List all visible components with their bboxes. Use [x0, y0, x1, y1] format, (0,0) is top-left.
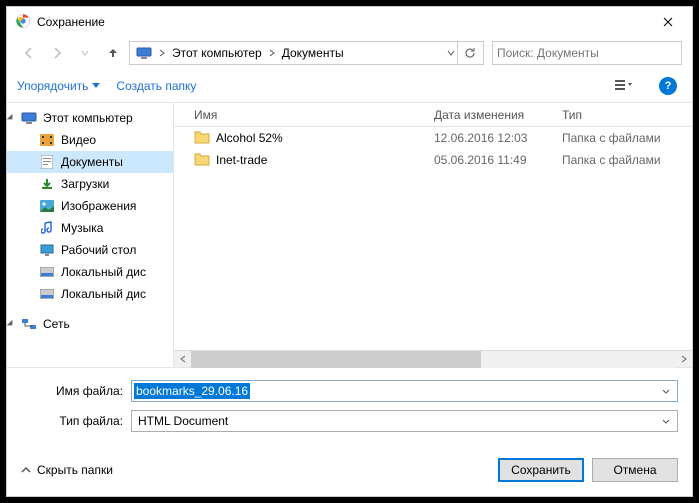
- folder-tree: Этот компьютер Видео Документы Загрузки …: [7, 103, 174, 367]
- recent-button[interactable]: [73, 41, 97, 65]
- file-name: Alcohol 52%: [216, 131, 283, 145]
- list-body: Alcohol 52% 12.06.2016 12:03 Папка с фай…: [174, 127, 692, 350]
- view-menu[interactable]: [610, 75, 638, 97]
- list-item[interactable]: Alcohol 52% 12.06.2016 12:03 Папка с фай…: [174, 127, 692, 149]
- tree-documents[interactable]: Документы: [7, 151, 173, 173]
- back-button[interactable]: [17, 41, 41, 65]
- nav-bar: Этот компьютер Документы: [7, 37, 692, 69]
- col-name-header[interactable]: Имя: [174, 108, 434, 122]
- chevron-right-icon[interactable]: [266, 49, 278, 57]
- chevron-right-icon[interactable]: [156, 49, 168, 57]
- tree-downloads[interactable]: Загрузки: [7, 173, 173, 195]
- tree-label: Видео: [61, 133, 96, 147]
- tree-label: Загрузки: [61, 177, 109, 191]
- hide-folders-button[interactable]: Скрыть папки: [21, 463, 113, 477]
- filename-field[interactable]: bookmarks_29.06.16: [131, 380, 678, 402]
- list-item[interactable]: Inet-trade 05.06.2016 11:49 Папка с файл…: [174, 149, 692, 171]
- file-name: Inet-trade: [216, 153, 267, 167]
- footer: Скрыть папки Сохранить Отмена: [7, 448, 692, 496]
- filetype-field[interactable]: HTML Document: [131, 410, 678, 432]
- tree-label: Локальный дис: [61, 287, 146, 301]
- file-date: 12.06.2016 12:03: [434, 131, 554, 145]
- titlebar: Сохранение: [7, 7, 692, 37]
- bc-root-label: Этот компьютер: [172, 46, 262, 60]
- content-body: Этот компьютер Видео Документы Загрузки …: [7, 103, 692, 367]
- scroll-thumb[interactable]: [191, 351, 481, 368]
- bc-dropdown[interactable]: [445, 50, 457, 56]
- help-icon: ?: [659, 77, 677, 95]
- tree-label: Рабочий стол: [61, 243, 136, 257]
- filename-value: bookmarks_29.06.16: [134, 383, 250, 399]
- tree-label: Этот компьютер: [43, 111, 133, 125]
- tree-label: Музыка: [61, 221, 103, 235]
- close-button[interactable]: [646, 7, 690, 37]
- col-date-header[interactable]: Дата изменения: [434, 108, 554, 122]
- filename-panel: Имя файла: bookmarks_29.06.16 Тип файла:…: [7, 367, 692, 448]
- folder-icon: [194, 152, 210, 169]
- cancel-button[interactable]: Отмена: [592, 458, 678, 482]
- bc-current[interactable]: Документы: [278, 42, 348, 64]
- scroll-left-button[interactable]: [174, 351, 191, 368]
- bc-computer-icon[interactable]: [132, 42, 156, 64]
- forward-button[interactable]: [45, 41, 69, 65]
- tree-network[interactable]: Сеть: [7, 313, 173, 335]
- filetype-value: HTML Document: [134, 414, 232, 428]
- tree-desktop[interactable]: Рабочий стол: [7, 239, 173, 261]
- help-button[interactable]: ?: [654, 75, 682, 97]
- file-type: Папка с файлами: [554, 153, 692, 167]
- tree-images[interactable]: Изображения: [7, 195, 173, 217]
- chrome-icon: [15, 13, 31, 32]
- search-box[interactable]: [492, 41, 682, 65]
- dialog-title: Сохранение: [37, 15, 646, 29]
- horizontal-scrollbar[interactable]: [174, 350, 692, 367]
- filetype-label: Тип файла:: [21, 414, 131, 428]
- toolbar: Упорядочить Создать папку ?: [7, 69, 692, 103]
- scroll-right-button[interactable]: [675, 351, 692, 368]
- file-type: Папка с файлами: [554, 131, 692, 145]
- filetype-dropdown[interactable]: [657, 411, 675, 431]
- filename-dropdown[interactable]: [657, 381, 675, 401]
- tree-label: Документы: [61, 155, 123, 169]
- list-header: Имя Дата изменения Тип: [174, 103, 692, 127]
- new-folder-button[interactable]: Создать папку: [116, 79, 196, 93]
- filename-label: Имя файла:: [21, 384, 131, 398]
- tree-video[interactable]: Видео: [7, 129, 173, 151]
- tree-music[interactable]: Музыка: [7, 217, 173, 239]
- organize-menu[interactable]: Упорядочить: [17, 79, 100, 93]
- tree-local-disk-1[interactable]: Локальный дис: [7, 261, 173, 283]
- up-button[interactable]: [101, 41, 125, 65]
- folder-icon: [194, 130, 210, 147]
- refresh-button[interactable]: [457, 42, 481, 64]
- tree-local-disk-2[interactable]: Локальный дис: [7, 283, 173, 305]
- tree-label: Сеть: [43, 317, 70, 331]
- file-list: Имя Дата изменения Тип Alcohol 52% 12.06…: [174, 103, 692, 367]
- tree-this-pc[interactable]: Этот компьютер: [7, 107, 173, 129]
- bc-root[interactable]: Этот компьютер: [168, 42, 266, 64]
- bc-current-label: Документы: [282, 46, 344, 60]
- col-type-header[interactable]: Тип: [554, 108, 692, 122]
- file-date: 05.06.2016 11:49: [434, 153, 554, 167]
- tree-label: Локальный дис: [61, 265, 146, 279]
- save-dialog: Сохранение Этот компьютер Документы Упор…: [6, 6, 693, 497]
- save-button[interactable]: Сохранить: [498, 458, 584, 482]
- search-input[interactable]: [497, 46, 677, 60]
- breadcrumb[interactable]: Этот компьютер Документы: [129, 41, 484, 65]
- tree-label: Изображения: [61, 199, 136, 213]
